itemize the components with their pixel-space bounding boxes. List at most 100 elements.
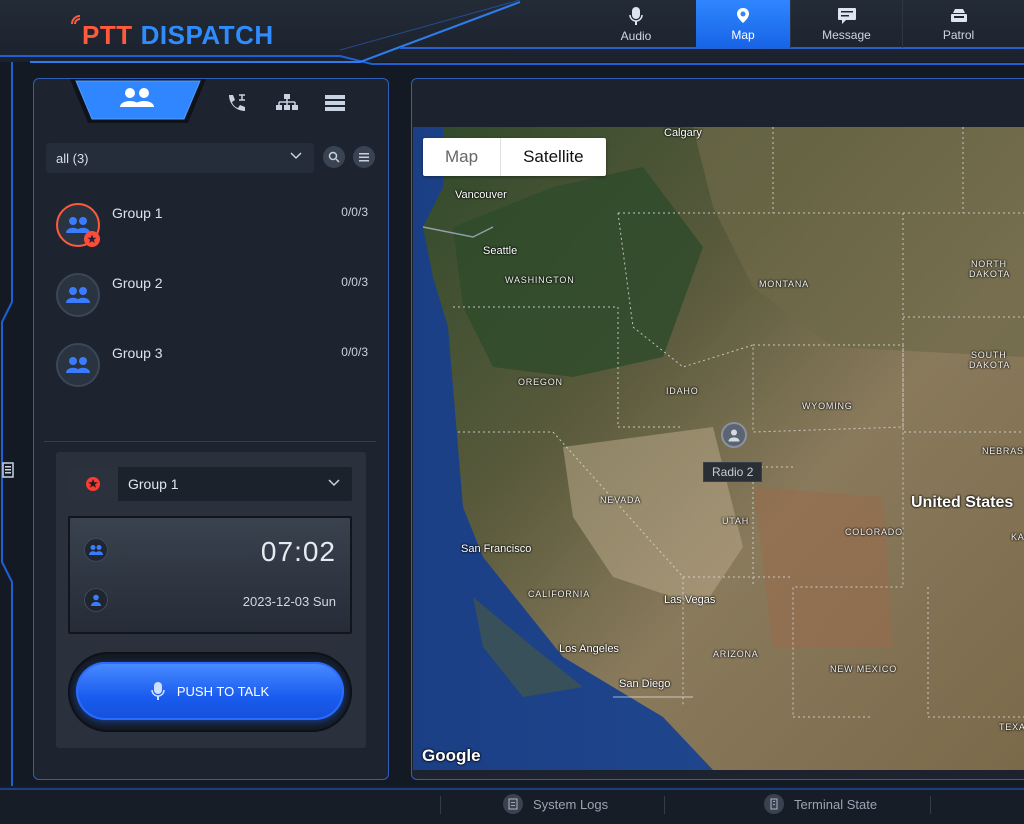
group-member-count: 0/0/3	[341, 275, 368, 289]
state-label: COLORADO	[845, 527, 903, 537]
radio-marker[interactable]	[721, 422, 747, 448]
server-list-icon[interactable]	[324, 93, 346, 113]
state-label: TEXA	[999, 722, 1024, 732]
radio-marker-label[interactable]: Radio 2	[703, 462, 763, 482]
user-indicator	[84, 588, 108, 612]
city-label: Calgary	[664, 127, 702, 139]
group-member-count: 0/0/3	[341, 345, 368, 359]
state-label: WYOMING	[802, 401, 853, 411]
satellite-view-button[interactable]: Satellite	[500, 138, 605, 176]
patrol-icon	[950, 8, 967, 22]
state-label: DAKOTA	[969, 269, 1011, 279]
star-badge-icon	[86, 477, 100, 491]
favorite-star-badge	[84, 231, 100, 247]
bottom-separator	[930, 796, 931, 814]
message-icon	[837, 7, 856, 24]
state-label: CALIFORNIA	[528, 589, 591, 599]
push-to-talk-label: PUSH TO TALK	[176, 683, 270, 699]
nav-map[interactable]: Map	[696, 0, 790, 48]
filter-row: all (3)	[46, 143, 382, 173]
date-display: 2023-12-03 Sun	[242, 594, 336, 609]
talk-info-display: 07:02 2023-12-03 Sun	[68, 516, 352, 634]
users-group-icon	[89, 545, 103, 555]
talk-group-flag	[68, 467, 118, 501]
bottom-separator	[440, 796, 441, 814]
terminal-state-label: Terminal State	[794, 796, 878, 812]
city-label: Seattle	[483, 245, 518, 257]
nav-audio-label: Audio	[620, 28, 652, 43]
state-label: IDAHO	[666, 386, 699, 396]
system-logs-label: System Logs	[533, 796, 609, 812]
group-avatar	[56, 343, 100, 387]
state-label: ARIZONA	[713, 649, 759, 659]
bottom-separator	[664, 796, 665, 814]
group-list-item[interactable]: Group 3 0/0/3	[56, 343, 368, 391]
state-label: NEVADA	[600, 495, 642, 505]
phone-icon[interactable]	[226, 93, 248, 113]
tab-groups[interactable]	[70, 79, 206, 125]
group-name: Group 1	[112, 205, 163, 221]
users-group-icon	[66, 287, 90, 303]
left-edge-decoration	[1, 62, 13, 792]
talk-group-select[interactable]: Group 1	[68, 467, 352, 501]
group-filter-select[interactable]: all (3)	[46, 143, 314, 173]
left-edge-strip	[0, 62, 14, 792]
group-avatar	[56, 273, 100, 317]
star-icon	[87, 234, 97, 243]
state-label: DAKOTA	[969, 360, 1011, 370]
microphone-icon	[629, 6, 643, 25]
city-label: Los Angeles	[559, 643, 619, 655]
group-list-item[interactable]: Group 2 0/0/3	[56, 273, 368, 321]
state-label: WASHINGTON	[505, 275, 575, 285]
terminal-icon	[764, 794, 784, 814]
map-pin-icon	[737, 7, 749, 23]
state-label: KA	[1011, 532, 1024, 542]
menu-icon	[359, 153, 369, 162]
state-label: UTAH	[722, 516, 750, 526]
nav-map-label: Map	[731, 27, 755, 42]
user-icon	[728, 429, 740, 442]
group-filter-value: all (3)	[56, 150, 89, 166]
city-label: Las Vegas	[664, 594, 716, 606]
nav-audio[interactable]: Audio	[576, 0, 696, 48]
ptt-control-box: Group 1 07:02 2023-12-03 Sun PUSH TO TAL…	[56, 452, 366, 748]
state-label: NEBRASK	[982, 446, 1024, 456]
clock-time: 07:02	[260, 536, 336, 567]
user-icon	[91, 594, 101, 606]
org-tree-icon[interactable]	[276, 93, 298, 113]
group-name: Group 3	[112, 345, 163, 361]
nav-message[interactable]: Message	[790, 0, 902, 48]
microphone-icon	[151, 682, 165, 700]
search-button[interactable]	[323, 146, 345, 168]
state-label: SOUTH	[971, 350, 1007, 360]
group-name: Group 2	[112, 275, 163, 291]
state-label: OREGON	[518, 377, 563, 387]
city-label: Vancouver	[455, 189, 507, 201]
collapse-panel-icon[interactable]	[2, 462, 14, 478]
system-logs-button[interactable]: System Logs	[503, 794, 608, 814]
chevron-down-icon	[290, 152, 302, 160]
terminal-state-button[interactable]: Terminal State	[764, 794, 877, 814]
state-label: NEW MEXICO	[830, 664, 898, 674]
satellite-map[interactable]: Map Satellite Calgary Vancouver Seattle …	[413, 127, 1024, 770]
city-label: San Francisco	[461, 543, 532, 555]
group-indicator	[84, 538, 108, 562]
bottom-status-bar: System Logs Terminal State	[0, 786, 1024, 824]
city-label: San Diego	[619, 678, 671, 690]
signal-icon	[71, 15, 81, 25]
search-icon	[328, 151, 340, 163]
nav-message-label: Message	[822, 27, 871, 42]
map-view-button[interactable]: Map	[423, 138, 500, 176]
app-logo: PTT DISPATCH	[68, 10, 274, 54]
logo-text: PTT DISPATCH	[82, 20, 274, 51]
map-type-toggle: Map Satellite	[423, 138, 606, 176]
group-list-item[interactable]: Group 1 0/0/3	[56, 203, 368, 251]
map-imagery	[413, 127, 1024, 770]
push-to-talk-button[interactable]: PUSH TO TALK	[76, 662, 344, 720]
group-panel: all (3) Group 1 0/0/3 Group 2 0/0/3 Grou…	[33, 78, 389, 780]
ptt-button-frame: PUSH TO TALK	[68, 652, 352, 732]
nav-patrol[interactable]: Patrol	[902, 0, 1014, 48]
bottom-decoration	[0, 788, 1024, 790]
chevron-down-icon	[328, 479, 340, 487]
menu-button[interactable]	[353, 146, 375, 168]
